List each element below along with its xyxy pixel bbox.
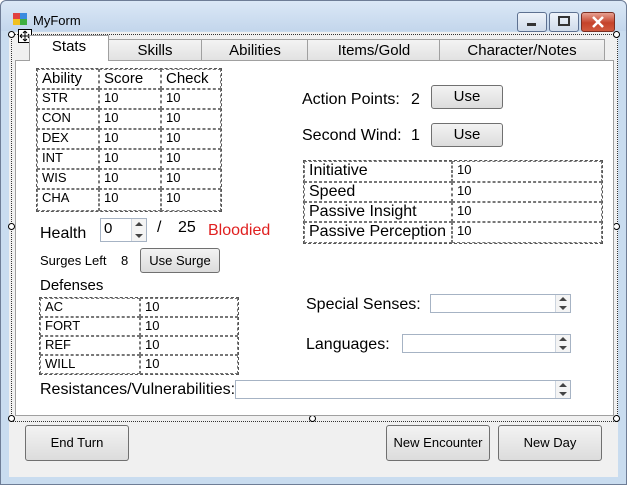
spin-down-icon[interactable] [559,392,567,396]
languages-label: Languages: [306,336,390,353]
tab-character-notes[interactable]: Character/Notes [439,39,605,61]
tab-skills[interactable]: Skills [107,39,203,61]
stat-value: 10 [452,161,602,182]
form-icon [13,13,27,25]
close-icon [592,16,604,28]
header-ability: Ability [37,69,99,89]
ability-table: Ability Score Check STR 10 10 CON 10 10 … [36,68,222,212]
stat-value: 10 [452,222,602,243]
defenses-label: Defenses [40,277,104,294]
ability-check-value: 10 [161,89,221,109]
resistances-label: Resistances/Vulnerabilities: [40,381,236,398]
spin-down-icon[interactable] [135,234,143,238]
defense-name: WILL [40,355,140,374]
health-max: 25 [178,219,196,236]
ability-check-value: 10 [161,189,221,211]
surges-left-label: Surges Left [40,253,107,268]
stat-name: Passive Perception [304,222,452,243]
stat-name: Passive Insight [304,202,452,222]
ability-score-input[interactable]: 10 [99,109,161,129]
new-encounter-button[interactable]: New Encounter [386,425,490,461]
health-stepper-arrows[interactable] [131,219,146,241]
defense-name: REF [40,336,140,355]
use-surge-button[interactable]: Use Surge [140,248,220,273]
window-title: MyForm [33,13,81,28]
stat-name: Speed [304,182,452,202]
defense-value: 10 [140,317,238,336]
stat-value: 10 [452,182,602,202]
spin-up-icon[interactable] [559,337,567,341]
header-check: Check [161,69,221,89]
end-turn-button[interactable]: End Turn [25,425,129,461]
ability-check-value: 10 [161,129,221,149]
ability-name: CON [37,109,99,129]
resize-handle[interactable] [613,31,620,38]
special-senses-label: Special Senses: [306,296,421,313]
maximize-button[interactable] [549,12,579,32]
second-wind-value: 1 [411,127,420,144]
close-button[interactable] [581,12,615,32]
stat-name: Initiative [304,161,452,182]
health-current-value: 0 [104,220,113,237]
spin-up-icon[interactable] [135,222,143,226]
new-day-button[interactable]: New Day [498,425,602,461]
resize-handle[interactable] [8,223,15,230]
stat-value: 10 [452,202,602,222]
second-wind-label: Second Wind: [302,127,402,144]
tab-abilities[interactable]: Abilities [201,39,309,61]
ability-check-value: 10 [161,149,221,169]
resistances-field[interactable] [235,380,571,399]
special-senses-field[interactable] [430,294,571,313]
defense-value: 10 [140,336,238,355]
resistances-arrows[interactable] [555,381,570,398]
spin-down-icon[interactable] [559,346,567,350]
tab-stats[interactable]: Stats [29,35,109,61]
stats-table: Initiative 10 Speed 10 Passive Insight 1… [303,160,603,244]
defense-value: 10 [140,355,238,374]
action-points-label: Action Points: [302,91,400,108]
window: MyForm Stats Skills Abilities Items/Gold… [0,0,627,485]
title-bar[interactable]: MyForm [1,1,626,32]
bloodied-status: Bloodied [208,222,271,239]
minimize-icon [527,23,536,26]
resize-handle[interactable] [613,223,620,230]
health-separator: / [157,219,162,236]
use-second-wind-button[interactable]: Use [431,123,503,147]
defense-value: 10 [140,298,238,317]
resize-handle[interactable] [309,415,316,422]
special-senses-arrows[interactable] [555,295,570,312]
defense-name: AC [40,298,140,317]
defense-name: FORT [40,317,140,336]
ability-name: STR [37,89,99,109]
ability-name: INT [37,149,99,169]
resize-handle[interactable] [613,415,620,422]
surges-left-value: 8 [121,253,129,268]
maximize-icon [558,16,570,26]
action-points-value: 2 [411,91,420,108]
ability-score-input[interactable]: 10 [99,189,161,211]
spin-up-icon[interactable] [559,383,567,387]
ability-score-input[interactable]: 10 [99,169,161,189]
spin-up-icon[interactable] [559,297,567,301]
resize-handle[interactable] [8,415,15,422]
health-stepper[interactable]: 0 [100,218,147,242]
resize-handle[interactable] [8,31,15,38]
ability-check-value: 10 [161,169,221,189]
minimize-button[interactable] [517,12,547,32]
tab-items-gold[interactable]: Items/Gold [307,39,441,61]
ability-name: CHA [37,189,99,211]
ability-score-input[interactable]: 10 [99,129,161,149]
ability-score-input[interactable]: 10 [99,149,161,169]
ability-name: WIS [37,169,99,189]
ability-score-input[interactable]: 10 [99,89,161,109]
spin-down-icon[interactable] [559,306,567,310]
defenses-table: AC 10 FORT 10 REF 10 WILL 10 [39,297,239,375]
languages-field[interactable] [402,334,571,353]
header-score: Score [99,69,161,89]
ability-check-value: 10 [161,109,221,129]
health-label: Health [40,225,87,242]
ability-name: DEX [37,129,99,149]
languages-arrows[interactable] [555,335,570,352]
use-action-point-button[interactable]: Use [431,85,503,109]
